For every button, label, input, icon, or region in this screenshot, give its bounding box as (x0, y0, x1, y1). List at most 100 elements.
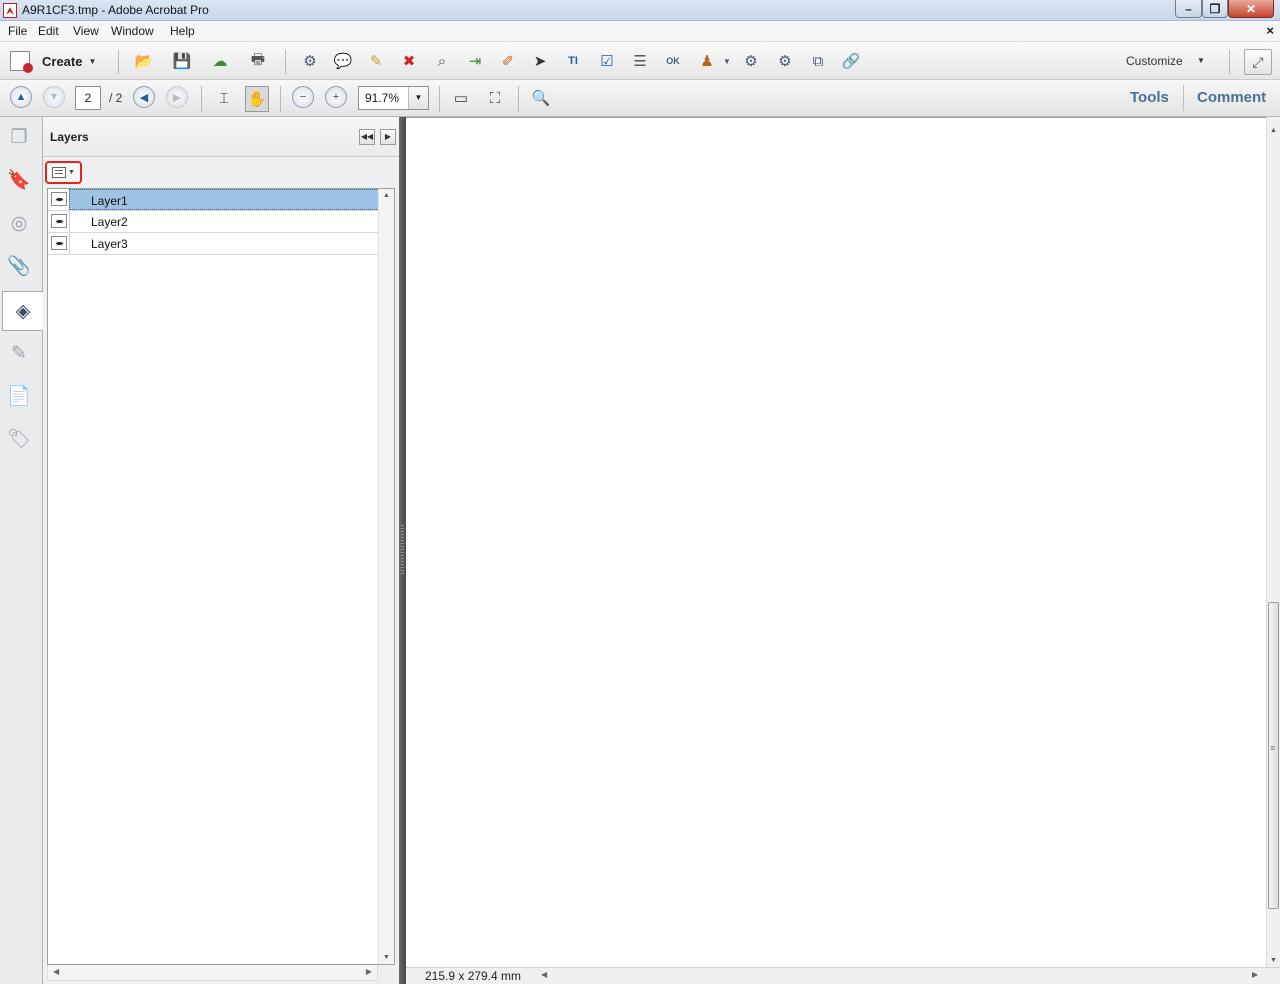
visibility-eye-icon[interactable] (51, 236, 67, 250)
signatures-icon[interactable]: ◎ (6, 210, 32, 236)
panel-splitter[interactable] (399, 117, 406, 984)
scroll-left-icon[interactable]: ◀ (53, 967, 59, 976)
edit-document-icon[interactable]: ✐ (497, 50, 519, 72)
scroll-left-icon[interactable]: ◀ (541, 970, 547, 979)
print-icon[interactable]: 🖶 (247, 50, 269, 72)
page-thumbnails-icon[interactable]: ❐ (6, 124, 32, 150)
chevron-down-icon[interactable]: ▼ (716, 50, 738, 72)
chevron-down-icon[interactable]: ▼ (1197, 56, 1205, 65)
fit-page-icon[interactable]: ▭ (450, 87, 472, 109)
comment-bubble-icon[interactable]: 💬 (332, 50, 354, 72)
toolbar-divider (439, 86, 440, 112)
scroll-right-icon[interactable]: ▶ (1252, 970, 1258, 979)
scroll-down-icon[interactable]: ▼ (379, 954, 394, 961)
bookmarks-icon[interactable]: 🔖 (6, 167, 32, 193)
expand-icon[interactable]: ⤢ (1244, 49, 1272, 75)
go-forward-icon[interactable]: ▶ (166, 86, 188, 108)
layer-name-cell[interactable]: Layer2 (69, 211, 379, 232)
visibility-eye-icon[interactable] (51, 214, 67, 228)
layer-row[interactable]: Layer3 (48, 233, 379, 255)
page-number-input[interactable]: 2 (75, 86, 101, 110)
text-select-icon[interactable]: ⌶ (213, 87, 235, 109)
splitter-grip[interactable] (401, 525, 404, 575)
zoom-in-icon[interactable]: + (325, 86, 347, 108)
delete-page-icon[interactable]: ✖ (398, 50, 420, 72)
content-icon[interactable]: ✎ (6, 340, 32, 366)
layers-panel: Layers ◀◀ ▶ ▼ Layer1 Layer2 Layer3 ▲ ▼ ◀… (43, 117, 399, 984)
full-screen-icon[interactable]: ⛶ (484, 87, 506, 109)
scroll-up-icon[interactable]: ▲ (379, 192, 394, 199)
maximize-button[interactable]: ❐ (1202, 0, 1228, 18)
next-page-icon[interactable]: ▼ (43, 86, 65, 108)
collapse-panel-icon[interactable]: ◀◀ (359, 129, 375, 145)
scroll-right-icon[interactable]: ▶ (366, 967, 372, 976)
customize-button[interactable]: Customize (1126, 54, 1183, 68)
layer-row[interactable]: Layer1 (48, 189, 379, 211)
scroll-down-icon[interactable]: ▼ (1267, 957, 1280, 964)
menu-help[interactable]: Help (170, 24, 195, 38)
action-wizard-icon[interactable]: ⚙ (740, 50, 762, 72)
minimize-button[interactable]: – (1175, 0, 1202, 18)
scrollbar-thumb[interactable] (1268, 602, 1279, 909)
create-button[interactable]: Create ▼ (10, 50, 96, 73)
tags-icon[interactable]: 🏷 (6, 426, 32, 452)
attachments-icon[interactable]: 📎 (6, 253, 32, 279)
hand-tool-icon[interactable]: ✋ (245, 86, 269, 112)
search-icon[interactable]: 🔍 (530, 87, 552, 109)
document-page[interactable] (406, 117, 1266, 967)
layers-vertical-scrollbar[interactable]: ▲ ▼ (378, 189, 394, 964)
menu-edit[interactable]: Edit (38, 24, 59, 38)
layers-horizontal-scrollbar[interactable]: ◀ ▶ (47, 965, 378, 981)
chevron-down-icon[interactable]: ▼ (408, 87, 428, 109)
menu-bar: File Edit View Window Help × (0, 21, 1280, 42)
chevron-down-icon: ▼ (68, 169, 75, 176)
button-field-icon[interactable]: OK (662, 50, 684, 72)
stamp-icon[interactable]: ♟ (696, 50, 718, 72)
scroll-up-icon[interactable]: ▲ (1267, 127, 1280, 134)
select-object-icon[interactable]: ➤ (529, 50, 551, 72)
layer-name: Layer1 (91, 194, 128, 208)
export-icon[interactable]: ⇥ (464, 50, 486, 72)
save-icon[interactable]: 💾 (171, 50, 193, 72)
layer-name-cell[interactable]: Layer3 (69, 233, 379, 254)
menu-view[interactable]: View (73, 24, 99, 38)
upload-cloud-icon[interactable]: ☁ (209, 50, 231, 72)
compare-documents-icon[interactable]: ⧉ (807, 50, 829, 72)
go-back-icon[interactable]: ◀ (133, 86, 155, 108)
navigation-pane-strip: ❐ 🔖 ◎ 📎 ◈ ✎ 📄 🏷 (0, 117, 43, 984)
previous-page-icon[interactable]: ▲ (10, 86, 32, 108)
panel-title: Layers (50, 130, 89, 144)
tab-comment[interactable]: Comment (1197, 89, 1266, 106)
tab-tools[interactable]: Tools (1130, 89, 1169, 106)
link-icon[interactable]: 🔗 (840, 50, 862, 72)
layers-panel-header: Layers ◀◀ ▶ (43, 117, 399, 157)
close-window-button[interactable]: ✕ (1228, 0, 1274, 18)
create-pdf-icon (10, 51, 33, 73)
close-document-button[interactable]: × (1266, 23, 1274, 38)
zoom-out-icon[interactable]: − (292, 86, 314, 108)
highlight-text-icon[interactable]: ✎ (365, 50, 387, 72)
layer-name-cell[interactable]: Layer1 (69, 189, 379, 210)
find-in-document-icon[interactable]: ⌕ (431, 50, 453, 72)
layer-name: Layer2 (91, 215, 128, 229)
menu-file[interactable]: File (8, 24, 27, 38)
navigation-toolbar: ▲ ▼ ◀ ▶ ⌶ ✋ − + ▭ ⛶ 🔍 (0, 80, 1280, 117)
settings-gear-icon[interactable]: ⚙ (299, 50, 321, 72)
zoom-level-select[interactable]: 91.7% ▼ (358, 86, 429, 110)
layers-options-button[interactable]: ▼ (45, 161, 82, 184)
menu-window[interactable]: Window (111, 24, 154, 38)
checkbox-icon[interactable]: ☑ (596, 50, 618, 72)
articles-icon[interactable]: 📄 (6, 383, 32, 409)
open-folder-icon[interactable]: 📂 (133, 50, 155, 72)
text-field-icon[interactable]: TI (562, 50, 584, 72)
list-box-icon[interactable]: ☰ (629, 50, 651, 72)
layers-icon[interactable]: ◈ (2, 291, 43, 331)
layer-row[interactable]: Layer2 (48, 211, 379, 233)
visibility-eye-icon[interactable] (51, 192, 67, 206)
hide-panel-icon[interactable]: ▶ (380, 129, 396, 145)
document-settings-icon[interactable]: ⚙ (774, 50, 796, 72)
zoom-value: 91.7% (365, 91, 400, 105)
document-vertical-scrollbar[interactable]: ▲ ▼ (1266, 117, 1280, 967)
toolbar-divider (285, 50, 286, 74)
toolbar-divider (1183, 85, 1184, 111)
